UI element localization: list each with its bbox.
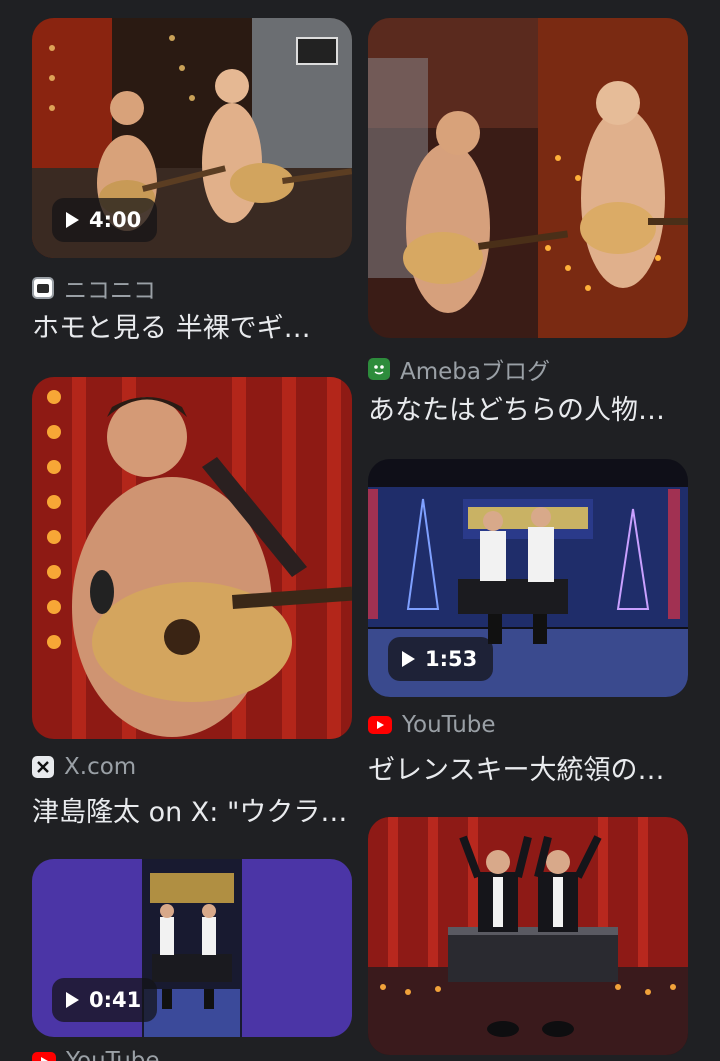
source-name: X.com bbox=[64, 754, 137, 780]
result-thumbnail[interactable] bbox=[32, 377, 352, 739]
x-icon bbox=[32, 756, 54, 778]
result-thumbnail[interactable] bbox=[368, 817, 688, 1055]
source-name: ニコニコ bbox=[64, 278, 156, 304]
result-thumbnail[interactable] bbox=[368, 18, 688, 338]
result-thumbnail[interactable]: 1:53 bbox=[368, 459, 688, 697]
ameba-icon bbox=[368, 358, 390, 380]
niconico-icon bbox=[32, 277, 54, 299]
play-icon bbox=[66, 212, 79, 228]
result-title[interactable]: 津島隆太 on X: "ウクラ… bbox=[32, 790, 352, 829]
source-name: Amebaブログ bbox=[400, 359, 550, 385]
source-name: YouTube bbox=[66, 1048, 160, 1061]
duration-text: 0:41 bbox=[89, 988, 142, 1012]
image-result-card[interactable]: 4:00 ニコニコ ホモと見る 半裸でギ… bbox=[0, 0, 360, 350]
result-thumbnail[interactable]: 0:41 bbox=[32, 859, 352, 1037]
duration-text: 4:00 bbox=[89, 208, 142, 232]
result-thumbnail[interactable]: 4:00 bbox=[32, 18, 352, 258]
video-duration-badge: 0:41 bbox=[52, 978, 158, 1022]
image-result-card[interactable]: X.com 津島隆太 on X: "ウクラ… bbox=[0, 370, 360, 850]
youtube-icon bbox=[368, 716, 392, 734]
video-duration-badge: 4:00 bbox=[52, 198, 158, 242]
play-icon bbox=[66, 992, 79, 1008]
result-source: YouTube bbox=[32, 1048, 160, 1061]
result-title[interactable]: ゼレンスキー大統領の… bbox=[368, 748, 688, 787]
result-source: ニコニコ bbox=[32, 271, 156, 305]
video-duration-badge: 1:53 bbox=[388, 637, 494, 681]
result-source: X.com bbox=[32, 754, 136, 780]
result-title[interactable]: ホモと見る 半裸でギ… bbox=[32, 306, 352, 345]
result-source: YouTube bbox=[368, 712, 496, 738]
duration-text: 1:53 bbox=[425, 647, 478, 671]
image-result-card[interactable] bbox=[360, 810, 720, 1061]
result-title[interactable]: あなたはどちらの人物… bbox=[368, 388, 688, 427]
image-result-card[interactable]: Amebaブログ あなたはどちらの人物… bbox=[360, 0, 720, 430]
result-source: Amebaブログ bbox=[368, 352, 550, 386]
image-results-grid: 4:00 ニコニコ ホモと見る 半裸でギ… Amebaブログ あなたはどちらの人… bbox=[0, 0, 720, 1061]
youtube-icon bbox=[32, 1052, 56, 1061]
play-icon bbox=[402, 651, 415, 667]
source-name: YouTube bbox=[402, 712, 496, 738]
image-result-card[interactable]: 1:53 YouTube ゼレンスキー大統領の… bbox=[360, 450, 720, 810]
image-result-card[interactable]: 0:41 YouTube bbox=[0, 850, 360, 1061]
